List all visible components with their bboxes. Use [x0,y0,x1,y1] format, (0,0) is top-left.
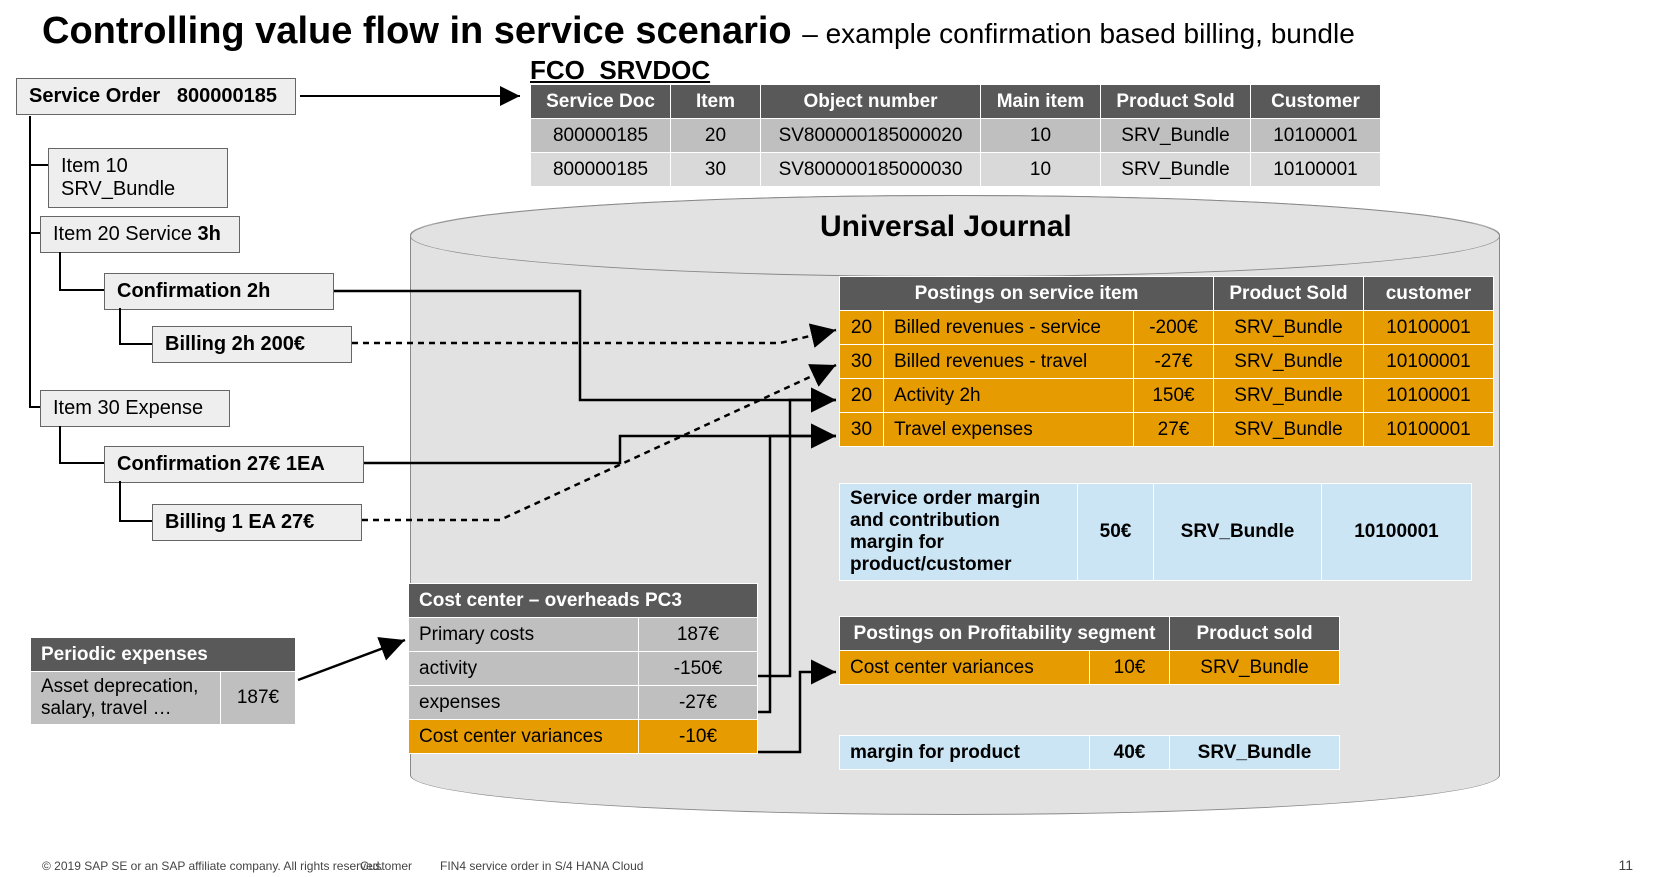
confirmation1-box: Confirmation 2h [104,273,334,310]
confirmation2-box: Confirmation 27€ 1EA [104,446,364,483]
footer-doc: FIN4 service order in S/4 HANA Cloud [440,859,643,873]
periodic-expenses-table: Periodic expenses Asset deprecation, sal… [30,637,296,725]
title-main: Controlling value flow in service scenar… [42,10,792,52]
cost-center-table: Cost center – overheads PC3 Primary cost… [408,583,758,754]
service-order-margin-table: Service order margin and contribution ma… [839,483,1472,581]
billing1-box: Billing 2h 200€ [152,326,352,363]
item30-box: Item 30 Expense [40,390,230,427]
footer-copyright: © 2019 SAP SE or an SAP affiliate compan… [42,859,383,873]
slide-title: Controlling value flow in service scenar… [42,10,1355,53]
profitability-segment-table: Postings on Profitability segment Produc… [839,616,1340,685]
item10-box: Item 10 SRV_Bundle [48,148,228,208]
service-order-box: Service Order 800000185 [16,78,296,115]
postings-service-item-table: Postings on service item Product Sold cu… [839,276,1494,447]
fco-srvdoc-label: FCO_SRVDOC [530,55,710,86]
item20-box: Item 20 Service 3h [40,216,240,253]
periodic-val: 187€ [221,672,296,725]
margin-for-product-table: margin for product 40€ SRV_Bundle [839,735,1340,770]
title-sub: – example confirmation based billing, bu… [802,18,1355,49]
billing2-box: Billing 1 EA 27€ [152,504,362,541]
footer-page-number: 11 [1618,857,1633,873]
universal-journal-title: Universal Journal [820,210,1072,244]
fco-srvdoc-table: Service Doc Item Object number Main item… [530,84,1381,187]
periodic-header: Periodic expenses [31,638,296,672]
footer-customer: Customer [360,859,412,873]
periodic-desc: Asset deprecation, salary, travel … [31,672,221,725]
